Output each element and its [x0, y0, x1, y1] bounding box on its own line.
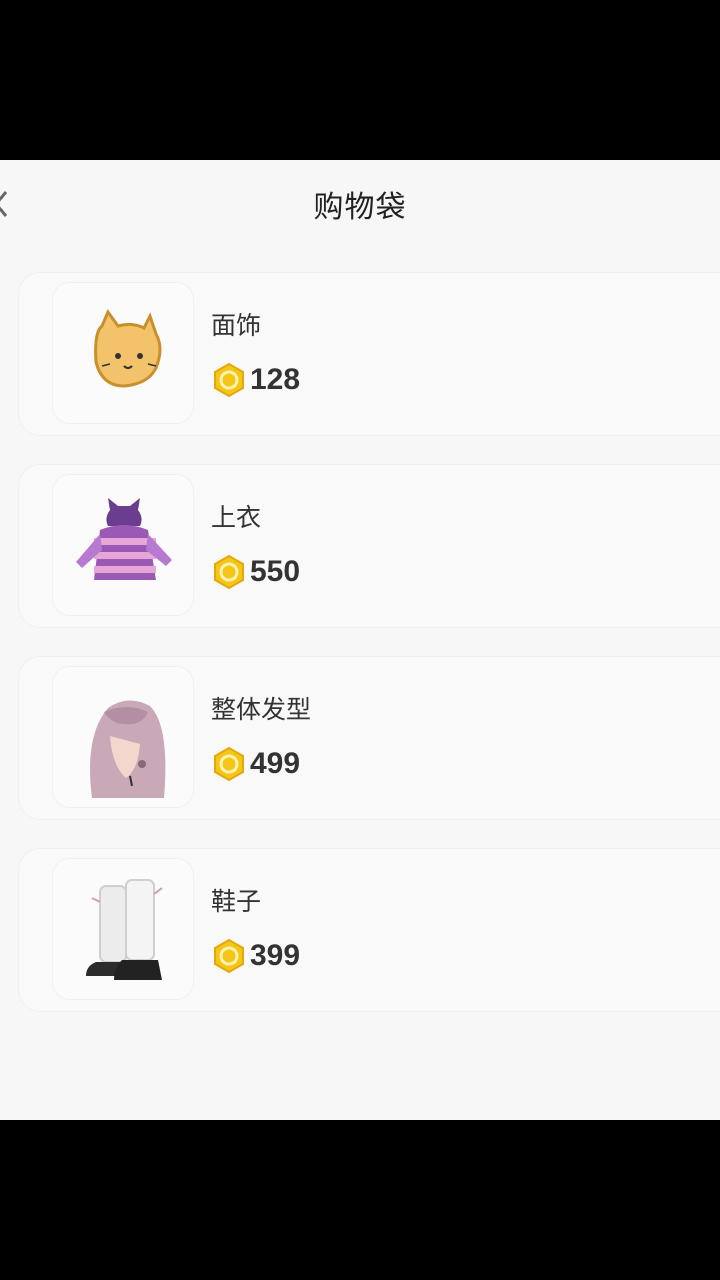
item-name: 上衣 [211, 503, 262, 532]
item-name: 鞋子 [211, 887, 262, 916]
item-thumbnail [52, 282, 194, 424]
item-price: 399 [250, 939, 301, 972]
item-thumbnail [52, 858, 194, 1000]
white-boots-icon [86, 879, 163, 980]
letterbox-top [0, 0, 720, 160]
item-price: 128 [250, 363, 301, 396]
price-row: 499 [212, 744, 300, 784]
cart-item-hairstyle[interactable]: 整体发型 499 [18, 656, 720, 820]
price-row: 550 [212, 552, 300, 592]
cart-item-top[interactable]: 上衣 550 [18, 464, 720, 628]
coin-icon [214, 938, 244, 974]
shopping-bag-screen: 购物袋 面饰 128 上衣 550 整体发型 499 鞋子 399 [0, 160, 720, 1120]
item-thumbnail [52, 474, 194, 616]
cart-item-list: 面饰 128 上衣 550 整体发型 499 鞋子 399 [18, 272, 720, 1040]
purple-striped-hoodie-icon [76, 498, 172, 580]
coin-icon [214, 746, 244, 782]
item-price: 550 [250, 555, 301, 588]
price-row: 399 [212, 936, 300, 976]
item-name: 整体发型 [211, 695, 312, 724]
page-title: 购物袋 [313, 190, 407, 225]
header: 购物袋 [0, 160, 720, 250]
item-price: 499 [250, 747, 301, 780]
cart-item-face-accessory[interactable]: 面饰 128 [18, 272, 720, 436]
coin-icon [214, 554, 244, 590]
item-thumbnail [52, 666, 194, 808]
cat-face-mask-icon [94, 308, 162, 388]
cart-item-shoes[interactable]: 鞋子 399 [18, 848, 720, 1012]
item-name: 面饰 [211, 311, 262, 340]
letterbox-bottom [0, 1120, 720, 1280]
price-row: 128 [212, 360, 300, 400]
pink-long-hair-icon [90, 700, 166, 798]
coin-icon [214, 362, 244, 398]
